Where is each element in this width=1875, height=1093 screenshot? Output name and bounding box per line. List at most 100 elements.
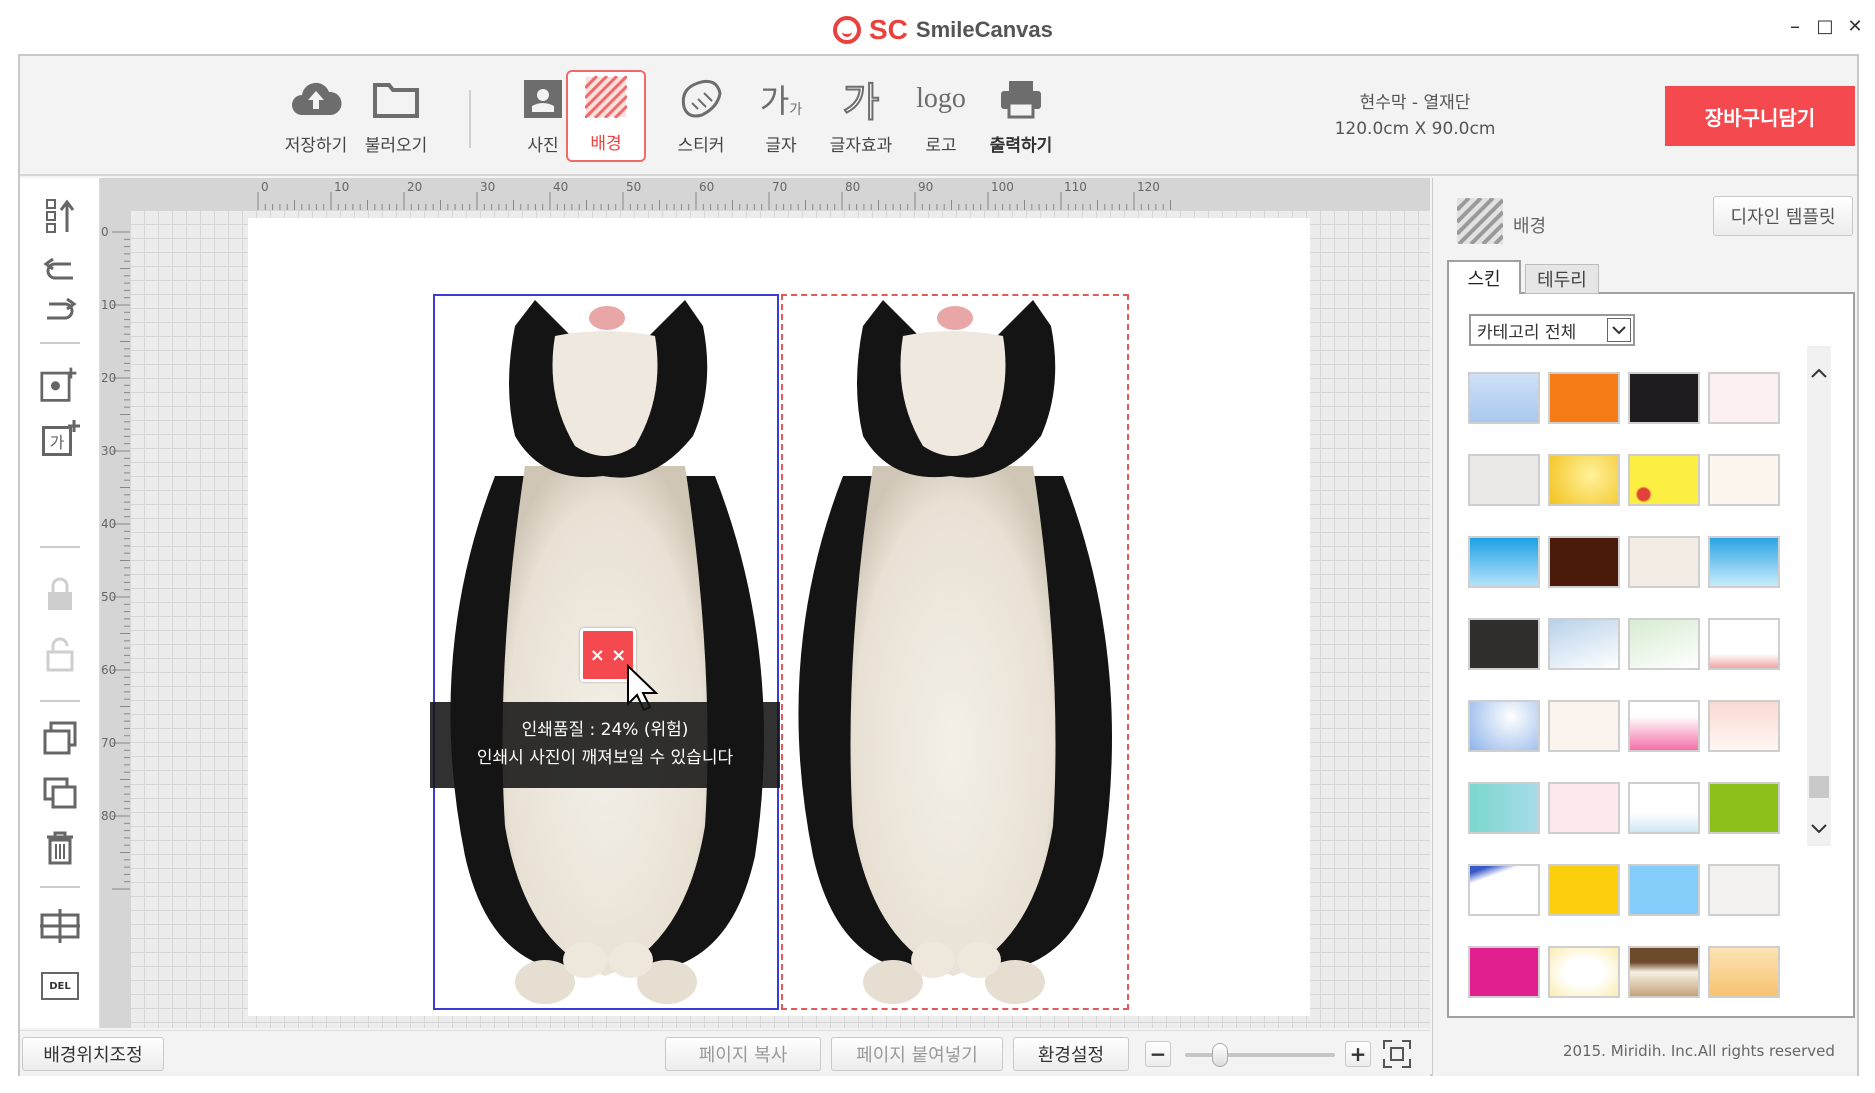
- left-divider: [40, 342, 80, 344]
- text-icon-glyph: 가: [759, 82, 790, 120]
- trash-icon: [47, 831, 73, 865]
- zoom-in-button[interactable]: +: [1345, 1041, 1371, 1067]
- text-label: 글자: [765, 136, 797, 156]
- redo-button[interactable]: [40, 290, 80, 330]
- bg-position-button[interactable]: 배경위치조정: [22, 1037, 164, 1071]
- text-effect-icon: 가: [833, 75, 889, 127]
- logo-icon: logo: [913, 75, 969, 123]
- design-page[interactable]: [248, 218, 1310, 1016]
- fit-screen-button[interactable]: [1382, 1039, 1412, 1069]
- skin-swatch[interactable]: [1548, 946, 1620, 998]
- delete-all-button[interactable]: DEL: [40, 966, 80, 1006]
- scroll-down-icon[interactable]: [1811, 820, 1827, 839]
- zoom-slider[interactable]: [1185, 1043, 1335, 1067]
- ruler-left-label: 10: [101, 298, 116, 312]
- skin-swatch[interactable]: [1708, 782, 1780, 834]
- delete-button[interactable]: [40, 828, 80, 868]
- skin-swatch[interactable]: [1628, 864, 1700, 916]
- copy-button[interactable]: [40, 774, 80, 814]
- scrollbar[interactable]: [1807, 346, 1831, 846]
- align-center-button[interactable]: [40, 906, 80, 946]
- panel-title: 배경: [1513, 216, 1547, 237]
- ruler-top-label: 60: [699, 180, 714, 194]
- text-effect-button[interactable]: 가 글자효과: [821, 70, 901, 162]
- skin-swatch[interactable]: [1468, 618, 1540, 670]
- tab-skin[interactable]: 스킨: [1447, 260, 1521, 294]
- settings-button[interactable]: 환경설정: [1013, 1037, 1129, 1071]
- page-paste-button[interactable]: 페이지 붙여넣기: [831, 1037, 1003, 1071]
- zoom-out-button[interactable]: −: [1145, 1041, 1171, 1067]
- skin-swatch[interactable]: [1548, 618, 1620, 670]
- lock-button[interactable]: [40, 574, 80, 614]
- scroll-up-icon[interactable]: [1811, 364, 1827, 383]
- skin-swatch[interactable]: [1628, 454, 1700, 506]
- skin-swatch[interactable]: [1548, 864, 1620, 916]
- chevron-down-icon: [1607, 318, 1631, 342]
- skin-swatch[interactable]: [1708, 946, 1780, 998]
- zoom-slider-thumb[interactable]: [1211, 1043, 1228, 1067]
- bottom-bar: 배경위치조정 페이지 복사 페이지 붙여넣기 환경설정 − +: [20, 1030, 1430, 1076]
- skin-swatch[interactable]: [1468, 372, 1540, 424]
- tooltip-line1: 인쇄품질 : 24% (위험): [521, 720, 689, 740]
- scrollbar-thumb[interactable]: [1809, 776, 1829, 798]
- skin-swatch[interactable]: [1708, 536, 1780, 588]
- skin-swatch[interactable]: [1548, 372, 1620, 424]
- text-button[interactable]: 가 가 글자: [741, 70, 821, 162]
- category-select[interactable]: 카테고리 전체: [1469, 314, 1635, 346]
- skin-swatch[interactable]: [1468, 536, 1540, 588]
- page-copy-button[interactable]: 페이지 복사: [665, 1037, 821, 1071]
- skin-swatch[interactable]: [1708, 864, 1780, 916]
- load-button[interactable]: 불러오기: [356, 70, 436, 162]
- skin-swatch[interactable]: [1708, 454, 1780, 506]
- align-center-icon: [40, 909, 80, 943]
- design-template-button[interactable]: 디자인 템플릿: [1713, 196, 1853, 236]
- skin-swatch[interactable]: [1708, 372, 1780, 424]
- skin-swatch[interactable]: [1628, 536, 1700, 588]
- main-toolbar: 저장하기 불러오기 사진 배경 스티커 가 가 글자 가 글자효과 logo 로…: [20, 56, 1857, 176]
- sticker-icon: [673, 75, 729, 123]
- background-button[interactable]: 배경: [566, 70, 646, 162]
- add-text-icon: 가: [40, 418, 80, 458]
- skin-swatch[interactable]: [1468, 782, 1540, 834]
- skin-swatch[interactable]: [1628, 782, 1700, 834]
- sticker-button[interactable]: 스티커: [661, 70, 741, 162]
- skin-swatch[interactable]: [1628, 372, 1700, 424]
- add-text-button[interactable]: 가: [40, 418, 80, 458]
- maximize-button[interactable]: □: [1811, 12, 1839, 40]
- horizontal-ruler: 0 10 20 30 40 50 60 70 80 90 100 110 120: [100, 178, 1430, 210]
- skin-swatch[interactable]: [1468, 946, 1540, 998]
- text-effect-label: 글자효과: [829, 136, 893, 156]
- layer-order-button[interactable]: [40, 196, 80, 236]
- add-photo-button[interactable]: [40, 364, 80, 404]
- selection-box-right[interactable]: [781, 294, 1129, 1010]
- skin-swatch[interactable]: [1468, 700, 1540, 752]
- print-button[interactable]: 출력하기: [981, 70, 1061, 162]
- tooltip-line2: 인쇄시 사진이 깨져보일 수 있습니다: [476, 748, 734, 768]
- skin-swatch[interactable]: [1548, 700, 1620, 752]
- undo-button[interactable]: [40, 250, 80, 290]
- tab-border[interactable]: 테두리: [1525, 264, 1599, 294]
- skin-swatch[interactable]: [1708, 700, 1780, 752]
- skin-swatch[interactable]: [1548, 454, 1620, 506]
- save-button[interactable]: 저장하기: [276, 70, 356, 162]
- skin-swatch[interactable]: [1708, 618, 1780, 670]
- minimize-button[interactable]: –: [1781, 12, 1809, 40]
- skin-swatch[interactable]: [1468, 454, 1540, 506]
- skin-swatch[interactable]: [1548, 782, 1620, 834]
- skin-swatch[interactable]: [1468, 864, 1540, 916]
- skin-swatch[interactable]: [1628, 946, 1700, 998]
- ruler-top-label: 100: [991, 180, 1014, 194]
- left-divider: [40, 886, 80, 888]
- unlock-button[interactable]: [40, 634, 80, 674]
- duplicate-button[interactable]: [40, 718, 80, 758]
- left-toolbar: 가 DEL: [20, 178, 100, 1028]
- background-pattern-icon: [578, 73, 634, 121]
- close-button[interactable]: ✕: [1841, 12, 1869, 40]
- skin-swatch[interactable]: [1548, 536, 1620, 588]
- smile-logo-icon: [833, 16, 861, 44]
- skin-swatch[interactable]: [1628, 618, 1700, 670]
- ruler-top-label: 70: [772, 180, 787, 194]
- add-to-cart-button[interactable]: 장바구니담기: [1665, 86, 1855, 146]
- skin-swatch[interactable]: [1628, 700, 1700, 752]
- logo-button[interactable]: logo 로고: [901, 70, 981, 162]
